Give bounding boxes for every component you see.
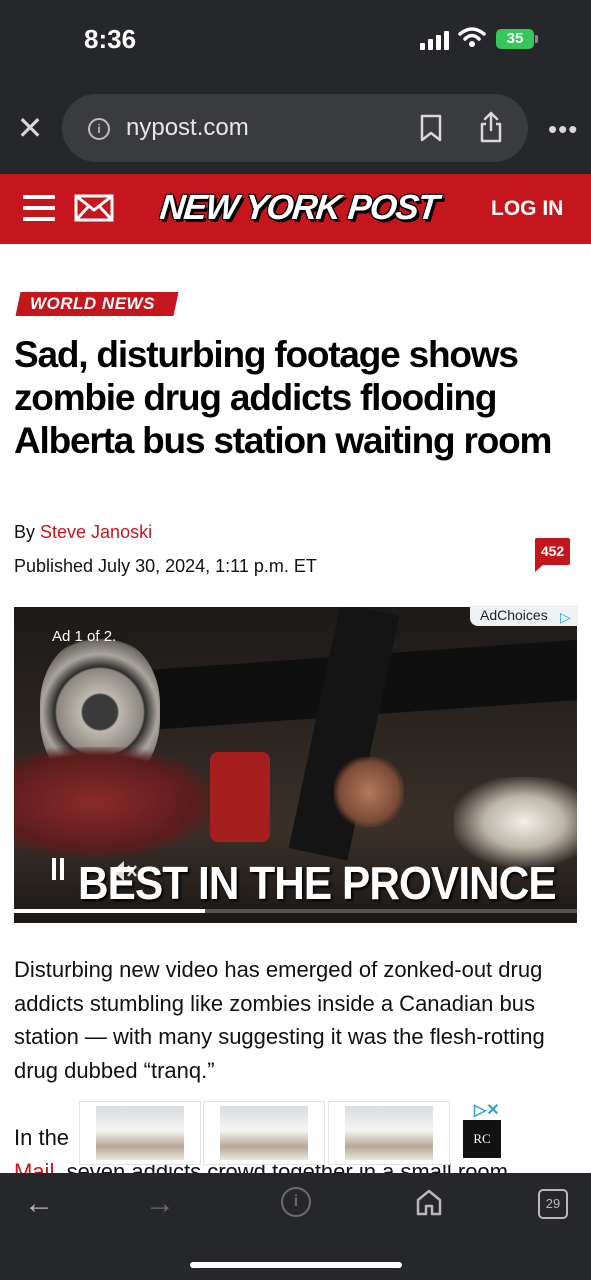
byline: By Steve Janoski: [14, 522, 152, 543]
ad-product-thumbnail[interactable]: [328, 1101, 450, 1165]
comments-count-badge[interactable]: 452: [535, 538, 570, 565]
bookmark-icon[interactable]: [420, 114, 442, 142]
article-headline: Sad, disturbing footage shows zombie dru…: [14, 334, 552, 461]
ad-counter: Ad 1 of 2.: [52, 628, 117, 645]
ad-glove: [14, 747, 214, 857]
ad-room-image: [220, 1106, 308, 1160]
url-text[interactable]: nypost.com: [126, 114, 249, 142]
comments-badge-tail: [535, 564, 544, 572]
published-date: Published July 30, 2024, 1:11 p.m. ET: [14, 556, 317, 576]
status-time: 8:36: [84, 24, 137, 54]
paragraph-text: In the: [14, 1125, 70, 1150]
ad-product-thumbnail[interactable]: [203, 1101, 325, 1165]
back-arrow-icon[interactable]: ←: [24, 1187, 54, 1221]
author-link[interactable]: Steve Janoski: [40, 522, 152, 542]
ad-close-icon[interactable]: ▷✕: [474, 1100, 500, 1120]
byline-prefix: By: [14, 522, 41, 542]
ad-room-image: [96, 1106, 184, 1160]
forward-arrow-icon[interactable]: →: [145, 1187, 175, 1221]
ad-background-light: [454, 777, 577, 867]
ad-room-image: [345, 1106, 433, 1160]
ad-product-thumbnail[interactable]: [79, 1101, 201, 1165]
battery-icon: 35: [496, 29, 534, 49]
login-button[interactable]: LOG IN: [491, 197, 563, 221]
hamburger-menu-icon[interactable]: [23, 195, 55, 221]
ad-brand-logo[interactable]: RC: [463, 1120, 501, 1158]
more-options-icon[interactable]: •••: [548, 114, 578, 145]
ad-hand: [334, 757, 404, 827]
home-indicator[interactable]: [190, 1262, 402, 1268]
page-insights-icon[interactable]: i: [281, 1187, 311, 1217]
close-tab-icon[interactable]: ✕: [16, 110, 44, 146]
adchoices-icon[interactable]: ▷: [560, 609, 571, 626]
site-info-icon[interactable]: i: [88, 118, 110, 140]
site-logo[interactable]: NEW YORK POST: [158, 186, 439, 230]
tabs-button[interactable]: 29: [538, 1189, 568, 1219]
ad-caption: BEST IN THE PROVINCE: [78, 857, 557, 909]
mail-icon[interactable]: [74, 194, 114, 222]
ad-drill: [210, 752, 270, 842]
cellular-signal-icon: [420, 30, 450, 50]
home-icon[interactable]: [414, 1187, 444, 1217]
mute-icon[interactable]: [108, 858, 138, 884]
category-label[interactable]: WORLD NEWS: [30, 294, 155, 314]
share-icon[interactable]: [479, 111, 503, 143]
adchoices-label[interactable]: AdChoices: [480, 607, 548, 623]
article-paragraph: Disturbing new video has emerged of zonk…: [14, 957, 545, 1083]
battery-tip: [535, 35, 538, 43]
wifi-icon: [458, 27, 486, 47]
